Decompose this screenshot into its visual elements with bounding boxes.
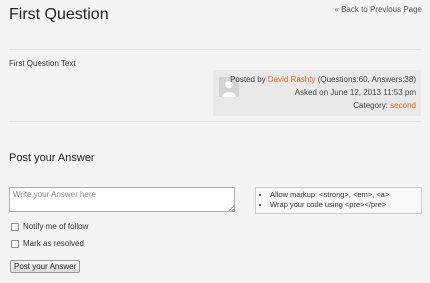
answer-input[interactable] [9,187,235,212]
markup-help-item: Wrap your code using <pre></pre> [270,200,421,210]
divider [9,49,421,50]
markup-help-box: Allow markup: <strong>, <em>, <a> Wrap y… [255,187,422,214]
category-label: Category: [353,101,388,110]
author-info-box: Posted by David Rashty (Questions:60, An… [213,70,421,116]
author-name-link[interactable]: David Rashty [268,75,316,84]
notify-label: Notify me of follow [23,222,89,231]
category-line: Category: second [353,101,416,110]
post-answer-button[interactable]: Post your Answer [10,260,81,273]
mark-resolved-label: Mark as resolved [23,239,84,248]
divider [9,121,421,122]
author-stats: (Questions:60, Answers:38) [317,75,416,84]
page-title: First Question [9,6,109,23]
question-text: First Question Text [9,59,76,68]
back-to-previous-page-link[interactable]: « Back to Previous Page [334,5,422,14]
notify-checkbox[interactable] [11,223,19,231]
post-answer-heading: Post your Answer [9,152,95,164]
category-link[interactable]: second [390,101,416,110]
posted-by-line: Posted by David Rashty (Questions:60, An… [230,75,416,84]
markup-help-item: Allow markup: <strong>, <em>, <a> [270,190,421,200]
resize-handle[interactable] [228,205,234,211]
posted-by-label: Posted by [230,75,266,84]
mark-resolved-checkbox[interactable] [11,240,19,248]
asked-on-date: Asked on June 12, 2013 11:53 pm [294,88,416,97]
